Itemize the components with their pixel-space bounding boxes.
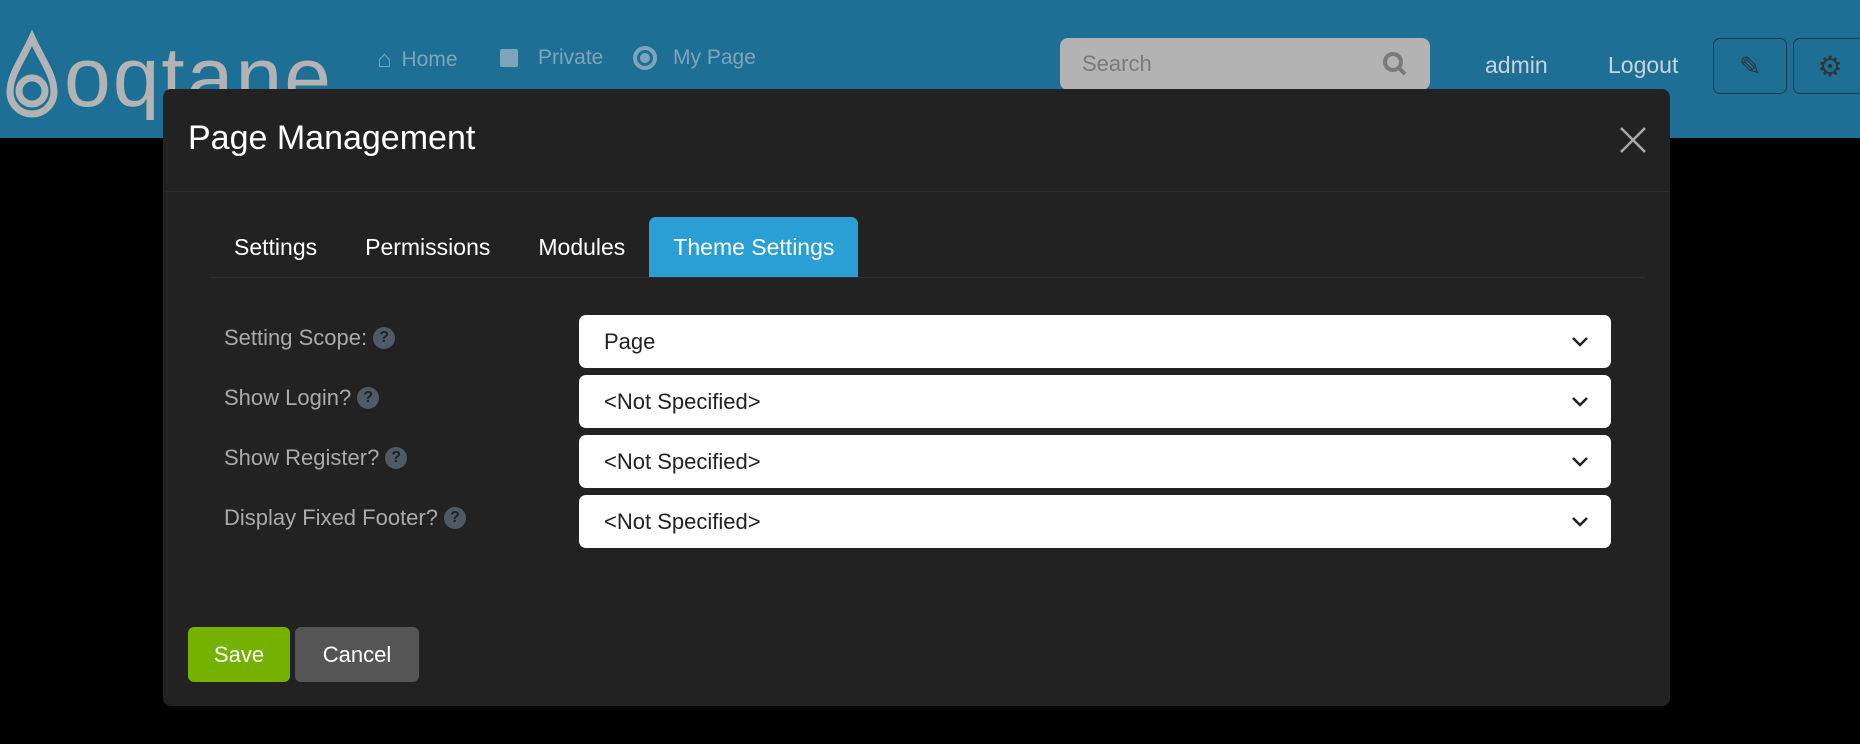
chevron-down-icon xyxy=(1572,516,1588,527)
search-icon[interactable] xyxy=(1382,51,1408,77)
display-fixed-footer-row: Display Fixed Footer?? <Not Specified> xyxy=(224,495,1611,548)
help-icon[interactable]: ? xyxy=(443,507,466,529)
save-button[interactable]: Save xyxy=(188,627,290,682)
nav-private[interactable]: Private xyxy=(500,46,603,70)
modal-header: Page Management xyxy=(163,89,1670,192)
lock-icon xyxy=(500,49,518,67)
help-icon[interactable]: ? xyxy=(357,387,380,409)
edit-button[interactable]: ✎ xyxy=(1713,38,1787,94)
close-icon[interactable] xyxy=(1618,125,1648,155)
pencil-icon: ✎ xyxy=(1739,50,1761,81)
help-icon[interactable]: ? xyxy=(385,447,408,469)
show-register-row: Show Register?? <Not Specified> xyxy=(224,435,1611,488)
tab-settings[interactable]: Settings xyxy=(210,217,341,277)
help-icon[interactable]: ? xyxy=(373,327,396,349)
logout-link[interactable]: Logout xyxy=(1608,52,1678,79)
chevron-down-icon xyxy=(1572,456,1588,467)
modal-title: Page Management xyxy=(188,119,476,157)
display-fixed-footer-select[interactable]: <Not Specified> xyxy=(579,495,1611,548)
nav-my-page[interactable]: My Page xyxy=(633,46,756,70)
tab-bar: Settings Permissions Modules Theme Setti… xyxy=(210,217,1645,278)
settings-button[interactable]: ⚙ xyxy=(1793,38,1860,94)
page-management-modal: Page Management Settings Permissions Mod… xyxy=(163,89,1670,706)
gear-icon: ⚙ xyxy=(1817,50,1843,82)
tab-theme-settings[interactable]: Theme Settings xyxy=(649,217,859,277)
chevron-down-icon xyxy=(1572,396,1588,407)
setting-scope-row: Setting Scope:? Page xyxy=(224,315,1611,368)
search-input[interactable]: Search xyxy=(1060,38,1430,90)
tab-modules[interactable]: Modules xyxy=(514,217,649,277)
nav-home[interactable]: ⌂ Home xyxy=(377,46,458,74)
cancel-button[interactable]: Cancel xyxy=(295,627,419,682)
chevron-down-icon xyxy=(1572,336,1588,347)
user-link[interactable]: admin xyxy=(1485,52,1548,79)
tab-permissions[interactable]: Permissions xyxy=(341,217,514,277)
show-login-row: Show Login?? <Not Specified> xyxy=(224,375,1611,428)
setting-scope-select[interactable]: Page xyxy=(579,315,1611,368)
home-icon: ⌂ xyxy=(377,46,392,73)
target-icon xyxy=(633,46,657,70)
show-register-select[interactable]: <Not Specified> xyxy=(579,435,1611,488)
show-login-select[interactable]: <Not Specified> xyxy=(579,375,1611,428)
